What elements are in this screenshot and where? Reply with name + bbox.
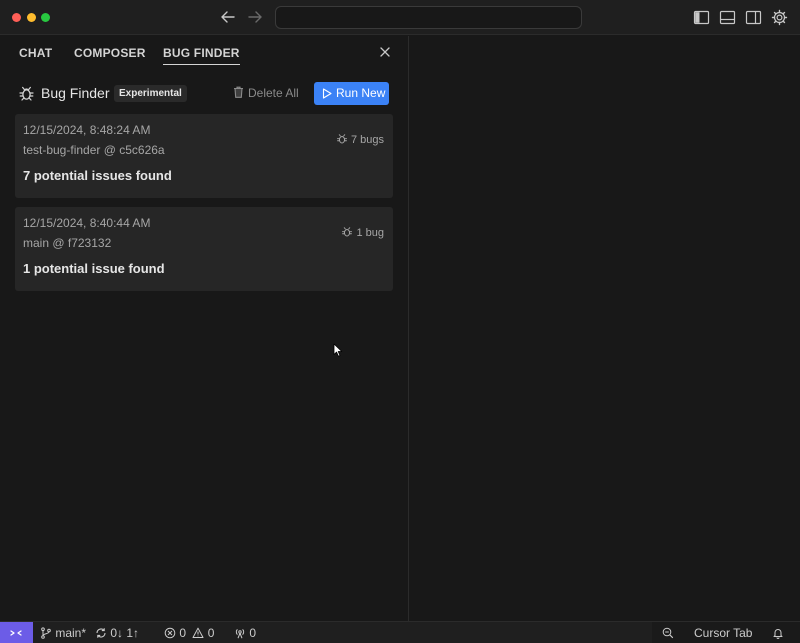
panel-tabs: CHAT COMPOSER BUG FINDER <box>0 36 409 68</box>
remote-indicator-button[interactable] <box>0 622 33 643</box>
tab-chat[interactable]: CHAT <box>19 46 52 60</box>
tab-composer[interactable]: COMPOSER <box>74 46 146 60</box>
command-center-search[interactable] <box>275 6 582 29</box>
sync-icon <box>96 628 106 638</box>
tab-bug-finder[interactable]: BUG FINDER <box>163 46 240 65</box>
close-icon[interactable] <box>378 45 392 59</box>
gear-icon[interactable] <box>771 9 788 26</box>
zoom-out-icon <box>662 627 674 639</box>
minimize-window-button[interactable] <box>27 13 36 22</box>
bug-count: 7 bugs <box>336 133 384 146</box>
mouse-pointer-icon <box>333 343 343 357</box>
error-icon <box>164 627 176 639</box>
cursor-tab-status[interactable]: Cursor Tab <box>694 625 752 641</box>
error-count: 0 <box>179 626 187 640</box>
bug-icon <box>342 227 353 237</box>
experimental-badge: Experimental <box>114 85 187 102</box>
bug-icon <box>19 86 34 101</box>
close-window-button[interactable] <box>12 13 21 22</box>
problems-status[interactable]: 0 0 <box>164 625 214 641</box>
remote-icon <box>10 630 22 636</box>
run-card[interactable]: 12/15/2024, 8:48:24 AM test-bug-finder @… <box>15 114 393 198</box>
page-title: Bug Finder <box>41 85 110 101</box>
toggle-primary-sidebar-icon[interactable] <box>693 9 710 26</box>
bug-count-label: 1 bug <box>356 227 384 239</box>
run-new-label: Run New <box>336 86 386 100</box>
title-bar <box>0 0 800 35</box>
notifications-status[interactable] <box>772 625 784 641</box>
ports-count: 0 <box>249 626 257 640</box>
bug-count: 1 bug <box>341 226 384 239</box>
broadcast-icon <box>235 629 245 639</box>
zoom-status[interactable] <box>662 625 674 641</box>
branch-name: main* <box>55 626 87 640</box>
bug-icon <box>336 134 348 144</box>
warning-icon <box>192 627 204 638</box>
bell-icon <box>773 629 783 639</box>
status-bar: main* 0↓ 1↑ 0 0 0 Cursor Tab <box>0 621 800 643</box>
run-card[interactable]: 12/15/2024, 8:40:44 AM main @ f723132 1 … <box>15 207 393 291</box>
run-summary: 1 potential issue found <box>23 261 165 276</box>
run-timestamp: 12/15/2024, 8:40:44 AM <box>23 216 151 230</box>
forward-arrow-icon[interactable] <box>246 8 264 26</box>
toggle-panel-icon[interactable] <box>719 9 736 26</box>
run-branch-commit: main @ f723132 <box>23 236 112 250</box>
delete-all-button[interactable]: Delete All <box>233 86 299 100</box>
sync-counts: 0↓ 1↑ <box>110 626 140 640</box>
bug-count-label: 7 bugs <box>350 134 384 146</box>
zoom-window-button[interactable] <box>41 13 50 22</box>
run-summary: 7 potential issues found <box>23 168 172 183</box>
run-new-button[interactable]: Run New <box>314 82 389 105</box>
bug-finder-header: Bug Finder Experimental Delete All Run N… <box>0 82 409 106</box>
delete-all-label: Delete All <box>248 86 299 100</box>
editor-area[interactable] <box>410 36 800 621</box>
ports-status[interactable]: 0 <box>234 625 256 641</box>
warning-count: 0 <box>207 626 215 640</box>
back-arrow-icon[interactable] <box>219 8 237 26</box>
run-timestamp: 12/15/2024, 8:48:24 AM <box>23 123 151 137</box>
toggle-secondary-sidebar-icon[interactable] <box>745 9 762 26</box>
run-branch-commit: test-bug-finder @ c5c626a <box>23 143 165 157</box>
trash-icon <box>234 86 243 98</box>
git-branch-icon <box>41 627 51 639</box>
sync-status[interactable]: 0↓ 1↑ <box>95 625 139 641</box>
bug-finder-panel: CHAT COMPOSER BUG FINDER Bug Finder Expe… <box>0 36 409 621</box>
git-branch-status[interactable]: main* <box>40 625 86 641</box>
play-icon <box>322 88 332 99</box>
